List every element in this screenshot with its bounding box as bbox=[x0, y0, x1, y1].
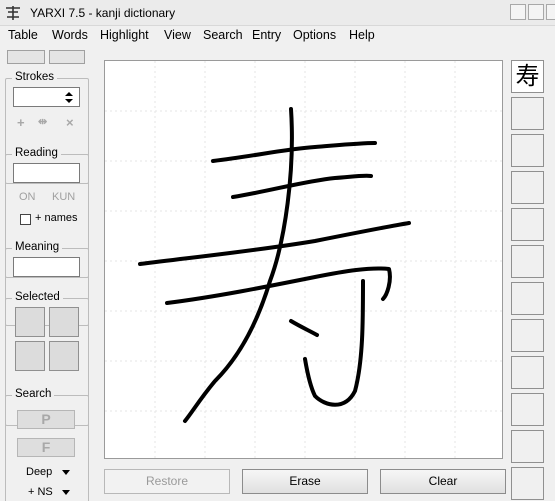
stroke-3 bbox=[138, 221, 411, 266]
stroke-7 bbox=[289, 319, 319, 337]
reading-label: Reading bbox=[12, 147, 61, 159]
menu-help[interactable]: Help bbox=[349, 28, 375, 42]
title-bar: YARXI 7.5 - kanji dictionary bbox=[0, 0, 555, 26]
erase-button[interactable]: Erase bbox=[242, 469, 368, 494]
chevron-down-icon[interactable] bbox=[62, 470, 70, 475]
clear-button[interactable]: Clear bbox=[380, 469, 506, 494]
depth-select[interactable]: Deep bbox=[26, 466, 52, 478]
handwriting-canvas[interactable] bbox=[104, 60, 503, 459]
candidate-7[interactable] bbox=[511, 282, 544, 315]
candidate-2[interactable] bbox=[511, 97, 544, 130]
kun-reading-button[interactable]: KUN bbox=[52, 191, 75, 203]
menu-entry[interactable]: Entry bbox=[252, 28, 281, 42]
minimize-button[interactable] bbox=[510, 4, 526, 20]
toolbar-button-right[interactable] bbox=[49, 50, 85, 64]
names-label: + names bbox=[35, 212, 78, 224]
menu-bar: Table Words Highlight View Search Entry … bbox=[0, 26, 555, 46]
candidate-8[interactable] bbox=[511, 319, 544, 352]
close-button[interactable] bbox=[546, 4, 555, 20]
p-button[interactable]: P bbox=[17, 410, 75, 429]
candidate-9[interactable] bbox=[511, 356, 544, 389]
range-icon[interactable]: ⇹ bbox=[38, 115, 47, 128]
menu-table[interactable]: Table bbox=[8, 28, 38, 42]
candidate-11[interactable] bbox=[511, 430, 544, 463]
chevron-down-icon[interactable] bbox=[62, 490, 70, 495]
selected-slot-1[interactable] bbox=[15, 307, 45, 337]
selected-label: Selected bbox=[12, 291, 63, 303]
stroke-2 bbox=[231, 173, 373, 199]
f-button[interactable]: F bbox=[17, 438, 75, 457]
candidate-3[interactable] bbox=[511, 134, 544, 167]
strokes-label: Strokes bbox=[12, 71, 57, 83]
selected-slot-3[interactable] bbox=[15, 341, 45, 371]
stroke-4 bbox=[165, 266, 392, 305]
meaning-label: Meaning bbox=[12, 241, 63, 253]
stroke-1 bbox=[211, 141, 377, 163]
search-group: Search P F Deep + NS bbox=[5, 388, 89, 501]
plus-icon[interactable]: + bbox=[17, 115, 25, 130]
maximize-button[interactable] bbox=[528, 4, 544, 20]
ns-select[interactable]: + NS bbox=[28, 486, 53, 498]
spin-up-icon[interactable] bbox=[65, 92, 73, 96]
candidate-6[interactable] bbox=[511, 245, 544, 278]
strokes-input[interactable] bbox=[13, 87, 80, 107]
names-checkbox[interactable] bbox=[20, 214, 31, 225]
candidate-1[interactable]: 寿 bbox=[511, 60, 544, 93]
menu-options[interactable]: Options bbox=[293, 28, 336, 42]
x-icon[interactable]: × bbox=[66, 115, 74, 130]
menu-words[interactable]: Words bbox=[52, 28, 88, 42]
reading-input[interactable] bbox=[13, 163, 80, 183]
menu-highlight[interactable]: Highlight bbox=[100, 28, 149, 42]
spin-down-icon[interactable] bbox=[65, 99, 73, 103]
toolbar-button-left[interactable] bbox=[7, 50, 45, 64]
candidate-5[interactable] bbox=[511, 208, 544, 241]
restore-button[interactable]: Restore bbox=[104, 469, 230, 494]
candidate-12[interactable] bbox=[511, 467, 544, 500]
app-icon[interactable] bbox=[4, 4, 22, 22]
search-label: Search bbox=[12, 388, 55, 400]
candidate-10[interactable] bbox=[511, 393, 544, 426]
handwriting-strokes bbox=[105, 61, 502, 458]
selected-slot-4[interactable] bbox=[49, 341, 79, 371]
candidate-panel: 寿 bbox=[506, 60, 555, 501]
window-title: YARXI 7.5 - kanji dictionary bbox=[30, 6, 176, 20]
on-reading-button[interactable]: ON bbox=[19, 191, 36, 203]
left-panel: Strokes + ⇹ × Reading ON KUN + names Mea… bbox=[0, 46, 96, 501]
stroke-6 bbox=[303, 279, 365, 407]
menu-view[interactable]: View bbox=[164, 28, 191, 42]
meaning-input[interactable] bbox=[13, 257, 80, 277]
menu-search[interactable]: Search bbox=[203, 28, 243, 42]
selected-slot-2[interactable] bbox=[49, 307, 79, 337]
candidate-4[interactable] bbox=[511, 171, 544, 204]
